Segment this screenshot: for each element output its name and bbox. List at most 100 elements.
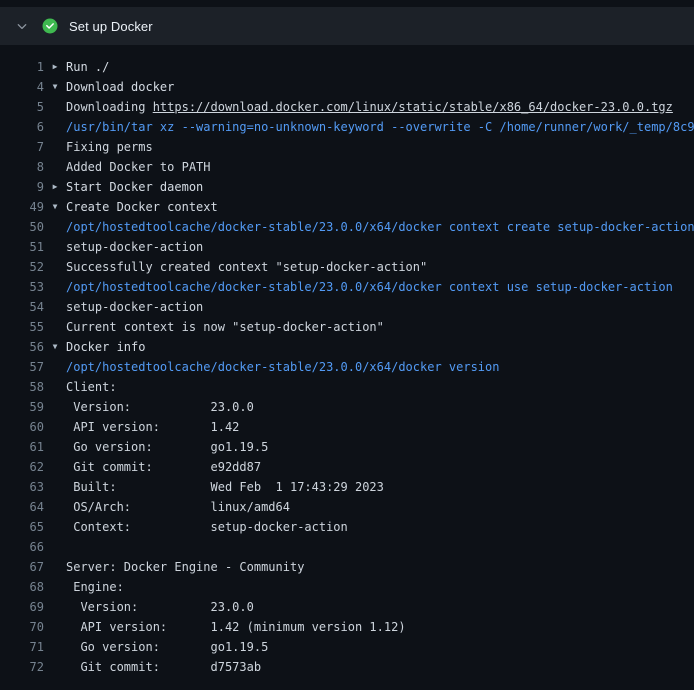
- line-text: /usr/bin/tar xz --warning=no-unknown-key…: [66, 117, 694, 137]
- group-chevron-icon: [44, 597, 66, 617]
- log-line: 60 API version: 1.42: [0, 417, 694, 437]
- line-number[interactable]: 69: [0, 597, 44, 617]
- log-line: 61 Go version: go1.19.5: [0, 437, 694, 457]
- line-number[interactable]: 65: [0, 517, 44, 537]
- line-text: /opt/hostedtoolcache/docker-stable/23.0.…: [66, 217, 694, 237]
- line-number[interactable]: 54: [0, 297, 44, 317]
- line-text: Go version: go1.19.5: [66, 637, 268, 657]
- line-text: Git commit: d7573ab: [66, 657, 261, 677]
- group-chevron-icon: [44, 497, 66, 517]
- log-line: 59 Version: 23.0.0: [0, 397, 694, 417]
- log-line: 65 Context: setup-docker-action: [0, 517, 694, 537]
- line-number[interactable]: 64: [0, 497, 44, 517]
- line-number[interactable]: 59: [0, 397, 44, 417]
- line-text: Added Docker to PATH: [66, 157, 211, 177]
- log-line: 6 /usr/bin/tar xz --warning=no-unknown-k…: [0, 117, 694, 137]
- group-chevron-icon: [44, 357, 66, 377]
- group-chevron-icon[interactable]: ▼: [44, 77, 66, 97]
- line-text: Run ./: [66, 57, 109, 77]
- log-line: 55 Current context is now "setup-docker-…: [0, 317, 694, 337]
- line-number[interactable]: 6: [0, 117, 44, 137]
- log-line: 71 Go version: go1.19.5: [0, 637, 694, 657]
- line-text: Client:: [66, 377, 117, 397]
- line-number[interactable]: 52: [0, 257, 44, 277]
- line-number[interactable]: 62: [0, 457, 44, 477]
- group-chevron-icon[interactable]: ▼: [44, 197, 66, 217]
- line-text: Download docker: [66, 77, 174, 97]
- line-number[interactable]: 66: [0, 537, 44, 557]
- group-chevron-icon: [44, 577, 66, 597]
- group-chevron-icon: [44, 617, 66, 637]
- line-number[interactable]: 5: [0, 97, 44, 117]
- line-text: Context: setup-docker-action: [66, 517, 348, 537]
- group-chevron-icon: [44, 397, 66, 417]
- line-number[interactable]: 67: [0, 557, 44, 577]
- line-number[interactable]: 55: [0, 317, 44, 337]
- group-chevron-icon: [44, 437, 66, 457]
- log-line: 53 /opt/hostedtoolcache/docker-stable/23…: [0, 277, 694, 297]
- log-line: 51 setup-docker-action: [0, 237, 694, 257]
- log-line: 64 OS/Arch: linux/amd64: [0, 497, 694, 517]
- line-number[interactable]: 9: [0, 177, 44, 197]
- log-line: 50 /opt/hostedtoolcache/docker-stable/23…: [0, 217, 694, 237]
- step-title: Set up Docker: [69, 19, 153, 34]
- group-chevron-icon[interactable]: ▶: [44, 57, 66, 77]
- group-chevron-icon: [44, 217, 66, 237]
- line-text: setup-docker-action: [66, 297, 203, 317]
- line-number[interactable]: 57: [0, 357, 44, 377]
- chevron-down-icon[interactable]: [14, 18, 30, 34]
- line-number[interactable]: 4: [0, 77, 44, 97]
- group-chevron-icon: [44, 137, 66, 157]
- log-line: 62 Git commit: e92dd87: [0, 457, 694, 477]
- line-text: Version: 23.0.0: [66, 397, 254, 417]
- group-chevron-icon: [44, 557, 66, 577]
- group-chevron-icon: [44, 477, 66, 497]
- line-text: OS/Arch: linux/amd64: [66, 497, 290, 517]
- line-number[interactable]: 56: [0, 337, 44, 357]
- line-number[interactable]: 72: [0, 657, 44, 677]
- log-url-link[interactable]: https://download.docker.com/linux/static…: [153, 100, 673, 114]
- line-text: Docker info: [66, 337, 145, 357]
- log-line[interactable]: 49 ▼ Create Docker context: [0, 197, 694, 217]
- group-chevron-icon: [44, 457, 66, 477]
- line-text: Start Docker daemon: [66, 177, 203, 197]
- line-number[interactable]: 60: [0, 417, 44, 437]
- step-header-setup-docker[interactable]: Set up Docker: [0, 7, 694, 45]
- group-chevron-icon[interactable]: ▼: [44, 337, 66, 357]
- line-number[interactable]: 7: [0, 137, 44, 157]
- line-text: /opt/hostedtoolcache/docker-stable/23.0.…: [66, 277, 673, 297]
- log-line[interactable]: 9 ▶ Start Docker daemon: [0, 177, 694, 197]
- line-number[interactable]: 1: [0, 57, 44, 77]
- line-number[interactable]: 71: [0, 637, 44, 657]
- line-number[interactable]: 58: [0, 377, 44, 397]
- group-chevron-icon: [44, 517, 66, 537]
- line-number[interactable]: 68: [0, 577, 44, 597]
- line-text: API version: 1.42: [66, 417, 239, 437]
- group-chevron-icon: [44, 317, 66, 337]
- group-chevron-icon[interactable]: ▶: [44, 177, 66, 197]
- group-chevron-icon: [44, 237, 66, 257]
- line-number[interactable]: 70: [0, 617, 44, 637]
- group-chevron-icon: [44, 257, 66, 277]
- log-line[interactable]: 4 ▼ Download docker: [0, 77, 694, 97]
- log-line[interactable]: 1 ▶ Run ./: [0, 57, 694, 77]
- group-chevron-icon: [44, 117, 66, 137]
- line-number[interactable]: 51: [0, 237, 44, 257]
- group-chevron-icon: [44, 277, 66, 297]
- group-chevron-icon: [44, 157, 66, 177]
- line-number[interactable]: 50: [0, 217, 44, 237]
- line-text: setup-docker-action: [66, 237, 203, 257]
- line-number[interactable]: 8: [0, 157, 44, 177]
- line-number[interactable]: 49: [0, 197, 44, 217]
- line-text: Successfully created context "setup-dock…: [66, 257, 427, 277]
- log-line: 67 Server: Docker Engine - Community: [0, 557, 694, 577]
- line-number[interactable]: 63: [0, 477, 44, 497]
- line-text: Fixing perms: [66, 137, 153, 157]
- line-text: Built: Wed Feb 1 17:43:29 2023: [66, 477, 384, 497]
- log-line[interactable]: 56 ▼ Docker info: [0, 337, 694, 357]
- check-circle-icon: [42, 18, 58, 34]
- log-line: 57 /opt/hostedtoolcache/docker-stable/23…: [0, 357, 694, 377]
- line-number[interactable]: 61: [0, 437, 44, 457]
- line-number[interactable]: 53: [0, 277, 44, 297]
- log-lines: 1 ▶ Run ./ 4 ▼ Download docker 5 Downloa…: [0, 45, 694, 677]
